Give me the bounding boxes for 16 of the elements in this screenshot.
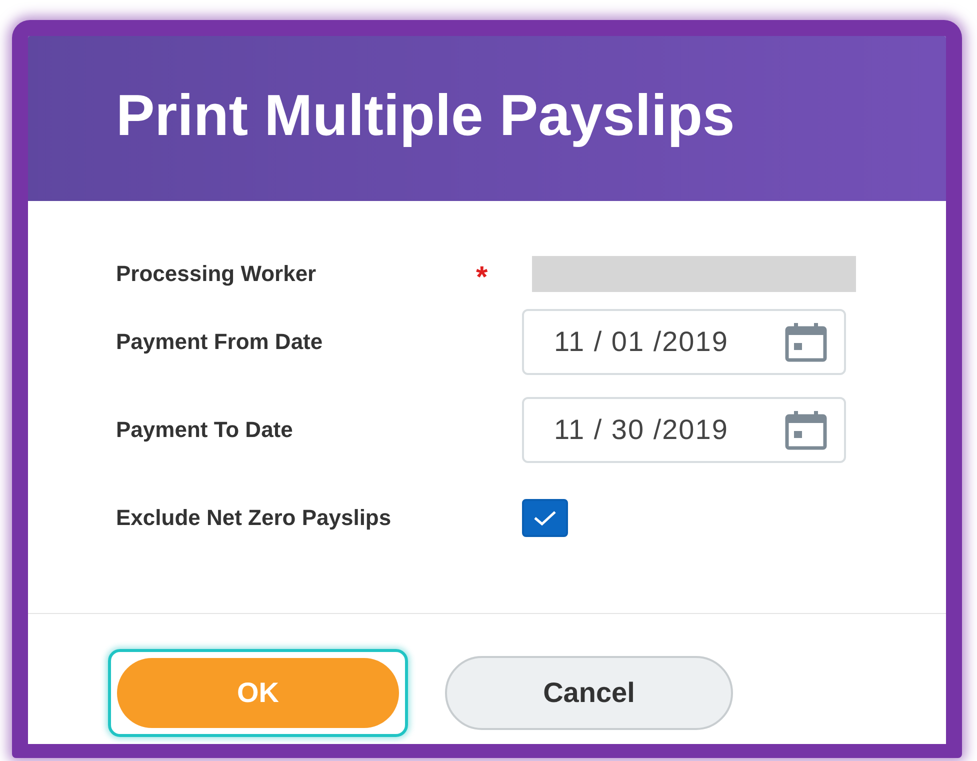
date-value: 11 / 01 /2019: [554, 326, 728, 358]
checkbox[interactable]: [522, 499, 568, 537]
date-value: 11 / 30 /2019: [554, 414, 728, 446]
input-field[interactable]: [532, 256, 856, 292]
field-label: Processing Worker: [116, 261, 318, 287]
field-label: Payment To Date: [116, 417, 294, 443]
checkmark-icon: [532, 509, 558, 527]
calendar-icon[interactable]: [784, 322, 828, 362]
dialog-title: Print Multiple Payslips: [116, 82, 735, 149]
calendar-icon[interactable]: [784, 410, 828, 450]
field-label: Exclude Net Zero Payslips: [116, 505, 392, 531]
field-label: Payment From Date: [116, 329, 324, 355]
required-mark: *: [476, 261, 488, 295]
date-field[interactable]: 11 / 30 /2019: [522, 397, 846, 463]
date-field[interactable]: 11 / 01 /2019: [522, 309, 846, 375]
cancel-button[interactable]: Cancel: [445, 656, 733, 730]
